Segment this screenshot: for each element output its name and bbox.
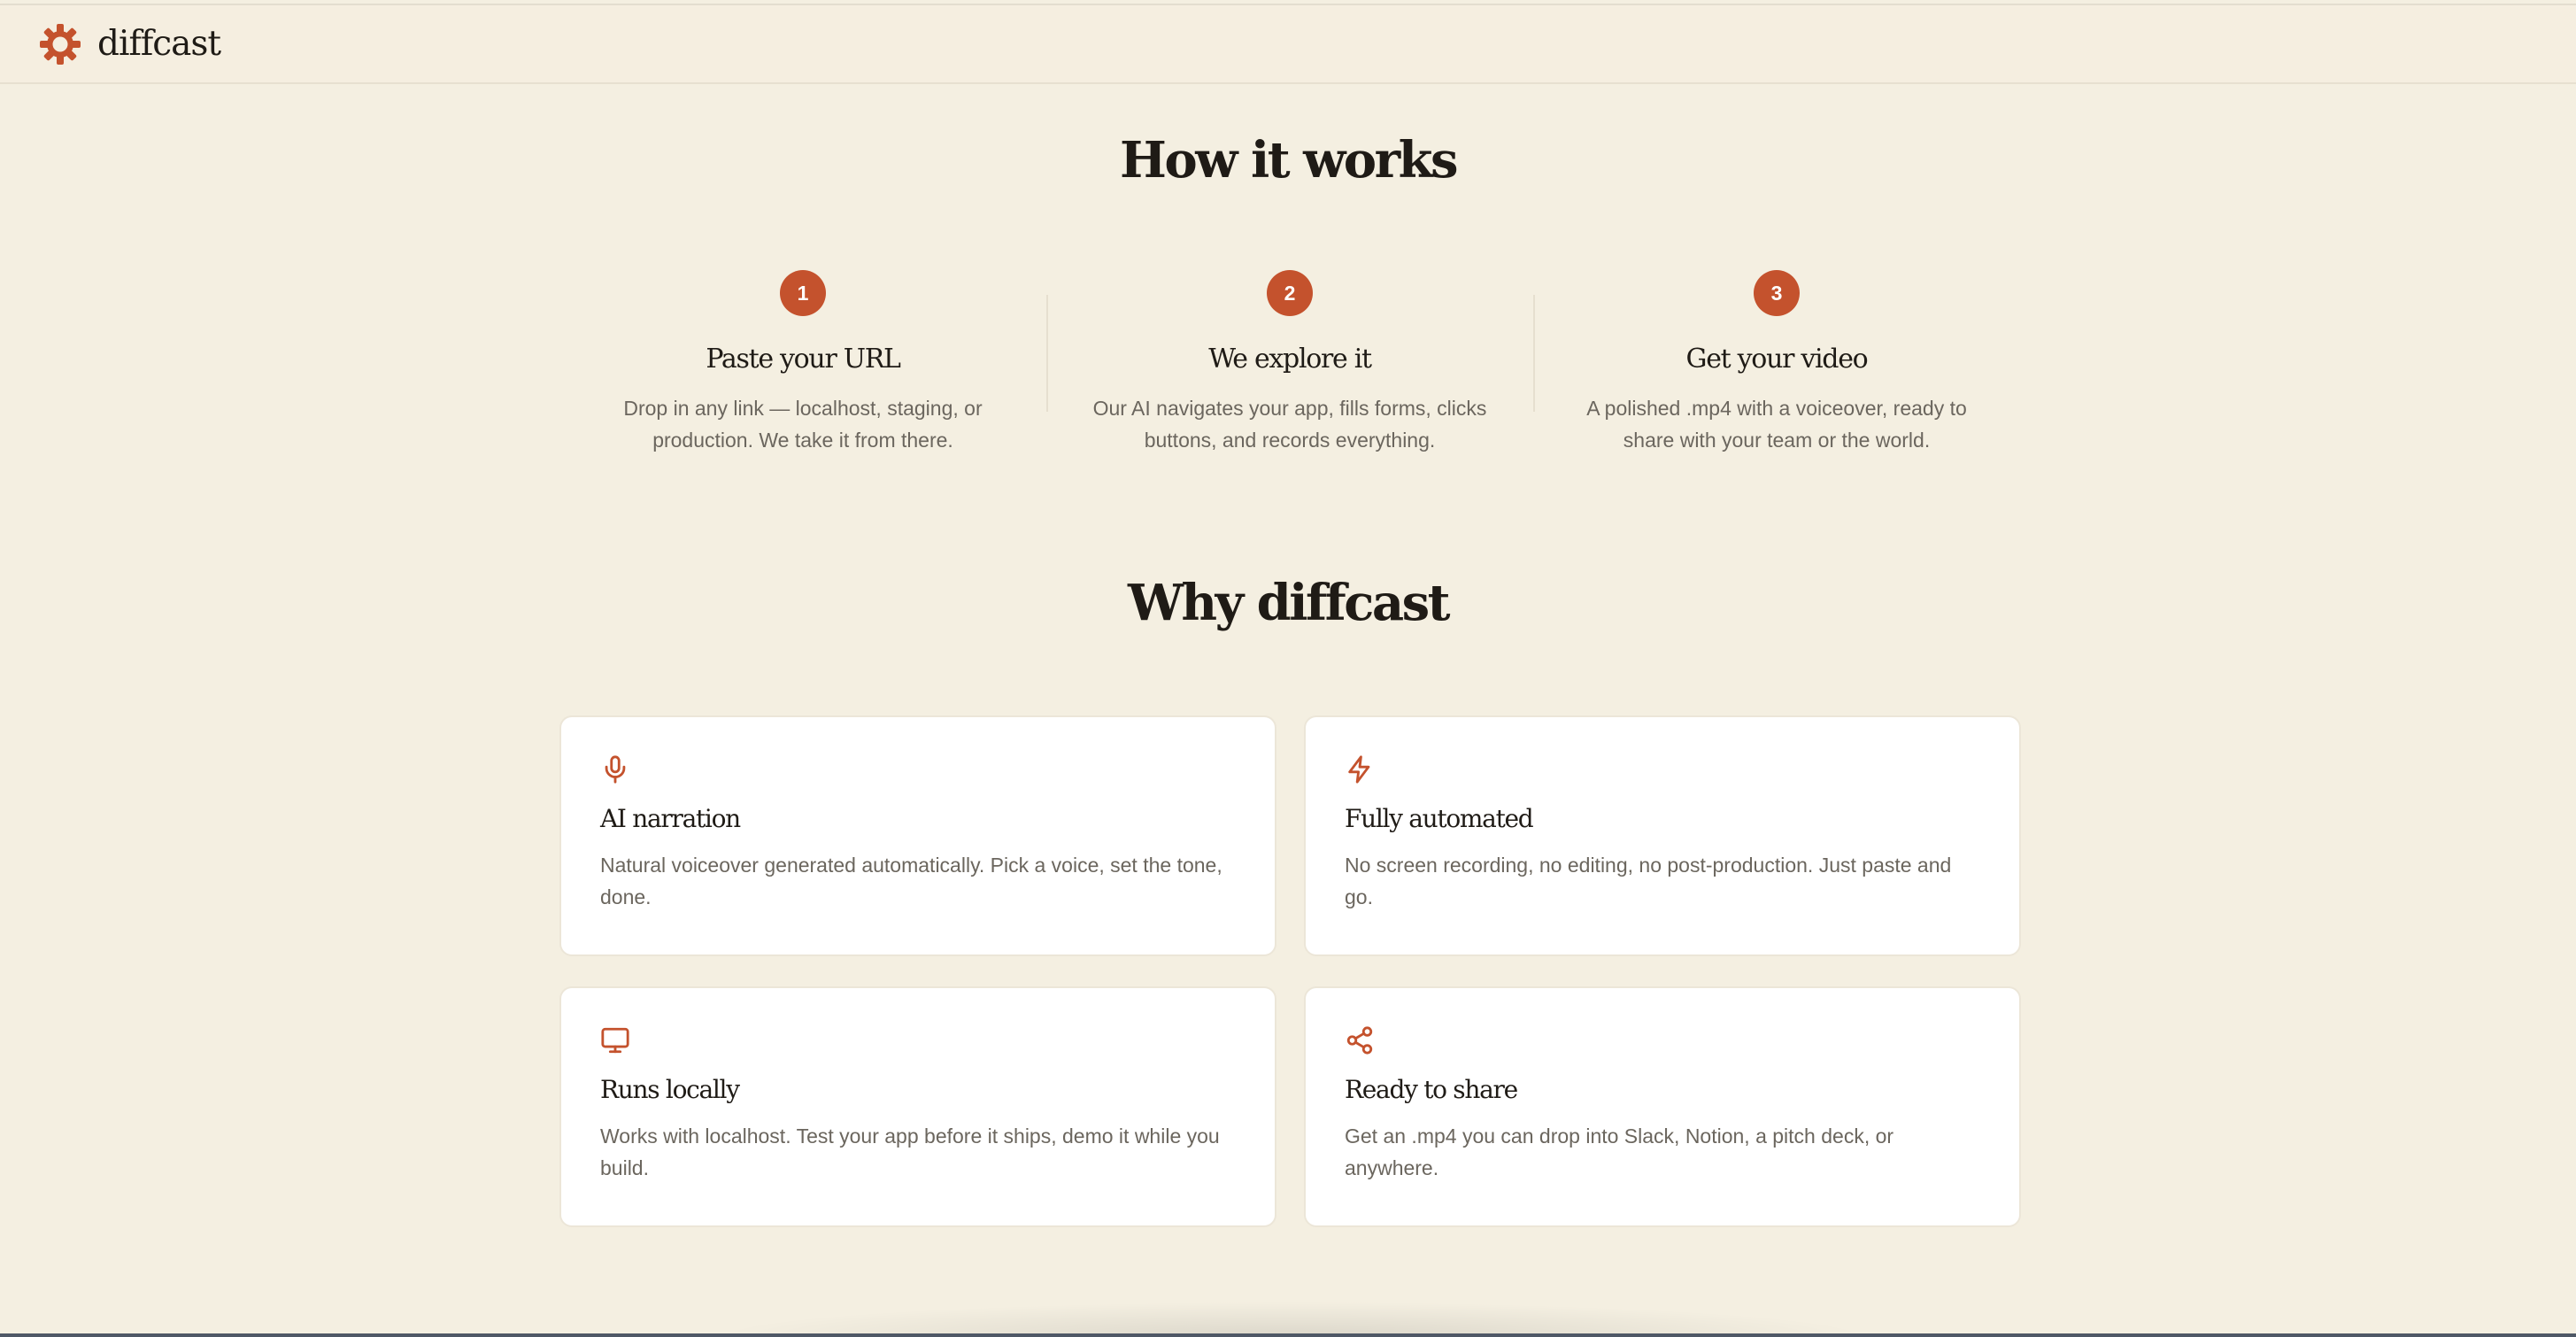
step-title: Paste your URL <box>706 344 901 375</box>
bottom-section-shadow <box>708 1302 1877 1337</box>
feature-title: Fully automated <box>1345 804 1534 833</box>
brand-name[interactable]: diffcast <box>97 24 221 64</box>
step-1: 1 Paste your URL Drop in any link — loca… <box>559 270 1046 465</box>
sunburst-logo-icon[interactable] <box>39 23 81 66</box>
step-description: Drop in any link — localhost, staging, o… <box>623 397 983 452</box>
window-bottom-edge <box>0 1333 2576 1337</box>
feature-title: AI narration <box>600 804 741 833</box>
feature-card-runs-locally: Runs locally Works with localhost. Test … <box>559 986 1276 1227</box>
share-icon <box>1345 1025 1980 1055</box>
step-title: Get your video <box>1685 344 1869 375</box>
step-number-badge: 3 <box>1754 270 1800 316</box>
step-description: A polished .mp4 with a voiceover, ready … <box>1586 397 1967 452</box>
monitor-icon <box>600 1025 1236 1055</box>
feature-card-fully-automated: Fully automated No screen recording, no … <box>1304 715 2021 956</box>
feature-description: Get an .mp4 you can drop into Slack, Not… <box>1345 1124 1894 1179</box>
steps-row: 1 Paste your URL Drop in any link — loca… <box>559 270 2020 465</box>
lightning-icon <box>1345 754 1980 784</box>
step-3: 3 Get your video A polished .mp4 with a … <box>1533 270 2020 465</box>
how-it-works-title: How it works <box>1120 131 1459 189</box>
feature-card-ai-narration: AI narration Natural voiceover generated… <box>559 715 1276 956</box>
feature-description: Natural voiceover generated automaticall… <box>600 854 1222 908</box>
step-title: We explore it <box>1208 344 1372 375</box>
feature-card-ready-to-share: Ready to share Get an .mp4 you can drop … <box>1304 986 2021 1227</box>
microphone-icon <box>600 754 1236 784</box>
step-description: Our AI navigates your app, fills forms, … <box>1092 397 1487 452</box>
feature-description: No screen recording, no editing, no post… <box>1345 854 1952 908</box>
feature-title: Ready to share <box>1345 1075 1518 1104</box>
why-diffcast-title: Why diffcast <box>1127 574 1451 632</box>
step-number-badge: 1 <box>780 270 826 316</box>
top-header: diffcast <box>0 4 2576 84</box>
feature-title: Runs locally <box>600 1075 740 1104</box>
step-2: 2 We explore it Our AI navigates your ap… <box>1046 270 1533 465</box>
feature-description: Works with localhost. Test your app befo… <box>600 1124 1220 1179</box>
step-number-badge: 2 <box>1267 270 1313 316</box>
